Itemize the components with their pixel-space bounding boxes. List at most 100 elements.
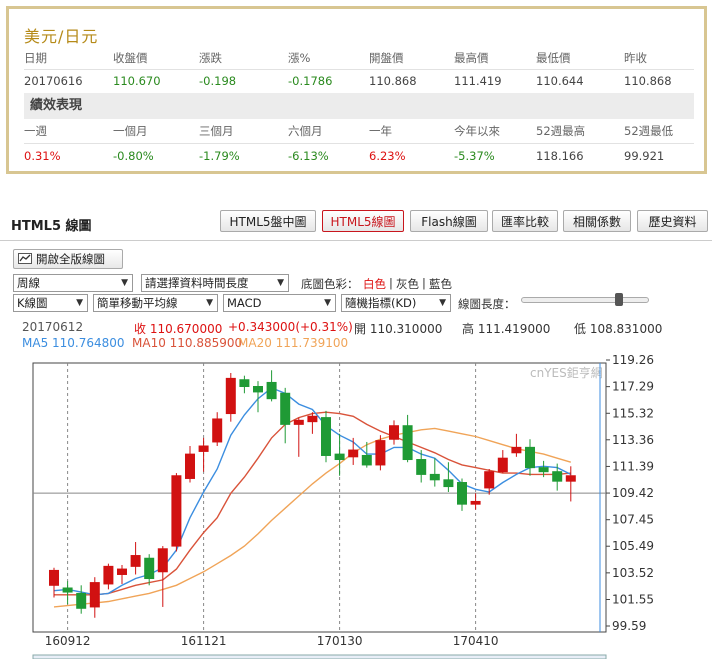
indicator1-value: MACD — [227, 296, 262, 310]
separator: | — [389, 276, 393, 290]
candle-body — [212, 418, 223, 443]
ma-type-select[interactable]: 簡單移動平均線 ▼ — [93, 294, 218, 312]
candle-body — [525, 446, 535, 469]
perf-header-cell: 一週 — [24, 124, 47, 138]
indicator1-select[interactable]: MACD ▼ — [223, 294, 336, 312]
candle-body — [266, 381, 277, 400]
tab-history[interactable]: 歷史資料 — [637, 210, 708, 232]
y-tick-label: 107.45 — [612, 513, 654, 527]
indicator2-select[interactable]: 隨機指標(KD) ▼ — [341, 294, 451, 312]
quote-header-cell: 漲跌 — [199, 51, 222, 65]
quote-change-pct: -0.1786 — [288, 74, 333, 88]
chart-length-slider[interactable] — [521, 293, 649, 306]
candle-body — [171, 475, 182, 547]
y-axis: 119.26 117.29 115.32 113.36 111.39 109.42 107.… — [606, 353, 654, 633]
candle-body — [239, 379, 250, 388]
candle-body — [76, 592, 87, 609]
candle-body — [470, 500, 481, 505]
slider-handle[interactable] — [615, 293, 623, 306]
info-low: 低 108.831000 — [574, 322, 663, 336]
slider-track — [521, 297, 649, 303]
perf-header-cell: 52週最高 — [536, 124, 586, 138]
plot-area — [32, 362, 607, 633]
tab-correlation[interactable]: 相關係數 — [563, 210, 631, 232]
x-tick-label: 161121 — [181, 634, 227, 648]
open-fullscreen-chart-button[interactable]: 開啟全版線圖 — [13, 249, 123, 269]
perf-value: -5.37% — [454, 149, 495, 163]
candle-body — [49, 569, 59, 586]
tab-flash-chart[interactable]: Flash線圖 — [410, 210, 488, 232]
tab-html5-intraday[interactable]: HTML5盤中圖 — [220, 210, 316, 232]
range-select[interactable]: 請選擇資料時間長度 ▼ — [141, 274, 289, 292]
perf-value: -6.13% — [288, 149, 329, 163]
period-select[interactable]: 周線 ▼ — [13, 274, 133, 292]
quote-header-cell: 漲% — [288, 51, 311, 65]
quote-panel: 美元/日元 日期 收盤價 漲跌 漲% 開盤價 最高價 最低價 昨收 201706… — [6, 6, 707, 174]
navigator-bar[interactable] — [32, 654, 607, 659]
dropdown-arrow-icon: ▼ — [121, 278, 128, 288]
y-tick-label: 111.39 — [612, 459, 654, 473]
perf-value: 6.23% — [369, 149, 406, 163]
bg-blue-link[interactable]: 藍色 — [429, 276, 452, 292]
info-close: 收 110.670000 — [134, 322, 223, 336]
candle-body — [62, 587, 73, 593]
candle-body — [225, 377, 236, 415]
divider — [0, 240, 712, 241]
y-tick-label: 113.36 — [612, 433, 654, 447]
perf-header-cell: 52週最低 — [624, 124, 674, 138]
bg-white-link[interactable]: 白色 — [363, 276, 386, 292]
x-tick-label: 160912 — [45, 634, 91, 648]
candle-body — [511, 446, 522, 454]
quote-low: 110.644 — [536, 74, 584, 88]
candle-body — [157, 548, 168, 573]
candle-body — [198, 445, 209, 452]
quote-header-cell: 最低價 — [536, 51, 571, 65]
info-open: 開 110.310000 — [354, 322, 443, 336]
perf-section-header: 績效表現 — [24, 93, 694, 119]
perf-value: -0.80% — [113, 149, 154, 163]
chart-type-value: K線圖 — [17, 296, 48, 310]
perf-value: 99.921 — [624, 149, 665, 163]
line-chart-icon — [18, 253, 32, 264]
quote-header-cell: 開盤價 — [369, 51, 404, 65]
info-change: +0.343000(+0.31%) — [228, 320, 353, 334]
candle-body — [321, 417, 331, 456]
candlestick-chart[interactable]: cnYES鉅亨網 119.26117.29115.32113.36111.391… — [0, 340, 720, 659]
candle-body — [307, 415, 318, 423]
perf-header-cell: 三個月 — [199, 124, 234, 138]
chart-type-select[interactable]: K線圖 ▼ — [13, 294, 88, 312]
chart-length-label: 線圖長度： — [458, 297, 516, 311]
range-select-value: 請選擇資料時間長度 — [145, 276, 249, 290]
y-tick-label: 99.59 — [612, 619, 646, 633]
dropdown-arrow-icon: ▼ — [439, 298, 446, 308]
candle-body — [402, 425, 413, 461]
x-tick-label: 170410 — [453, 634, 499, 648]
perf-value: 0.31% — [24, 149, 61, 163]
dropdown-arrow-icon: ▼ — [277, 278, 284, 288]
y-tick-label: 105.49 — [612, 539, 654, 553]
dropdown-arrow-icon: ▼ — [76, 298, 83, 308]
dropdown-arrow-icon: ▼ — [206, 298, 213, 308]
bg-gray-link[interactable]: 灰色 — [396, 276, 419, 292]
quote-prev-close: 110.868 — [624, 74, 672, 88]
tab-html5-chart[interactable]: HTML5線圖 — [322, 210, 404, 232]
divider — [24, 143, 694, 144]
quote-header-cell: 昨收 — [624, 51, 647, 65]
y-tick-label: 119.26 — [612, 353, 654, 367]
period-select-value: 周線 — [17, 276, 40, 290]
candle-body — [253, 386, 263, 393]
candle-body — [103, 565, 114, 585]
x-tick-label: 170130 — [317, 634, 363, 648]
quote-header-row: 日期 收盤價 漲跌 漲% 開盤價 最高價 最低價 昨收 — [24, 47, 694, 69]
candle-body — [497, 457, 508, 473]
tab-fx-compare[interactable]: 匯率比較 — [492, 210, 558, 232]
candle-body — [185, 453, 195, 479]
quote-title: 美元/日元 — [24, 27, 99, 46]
y-tick-label: 117.29 — [612, 380, 654, 394]
candle-body — [457, 482, 467, 505]
candle-body — [293, 419, 304, 425]
quote-value-row: 20170616 110.670 -0.198 -0.1786 110.868 … — [24, 70, 694, 92]
perf-header-cell: 六個月 — [288, 124, 323, 138]
x-axis: 160912 161121 170130 170410 — [45, 634, 499, 648]
open-fullscreen-label: 開啟全版線圖 — [36, 252, 105, 266]
